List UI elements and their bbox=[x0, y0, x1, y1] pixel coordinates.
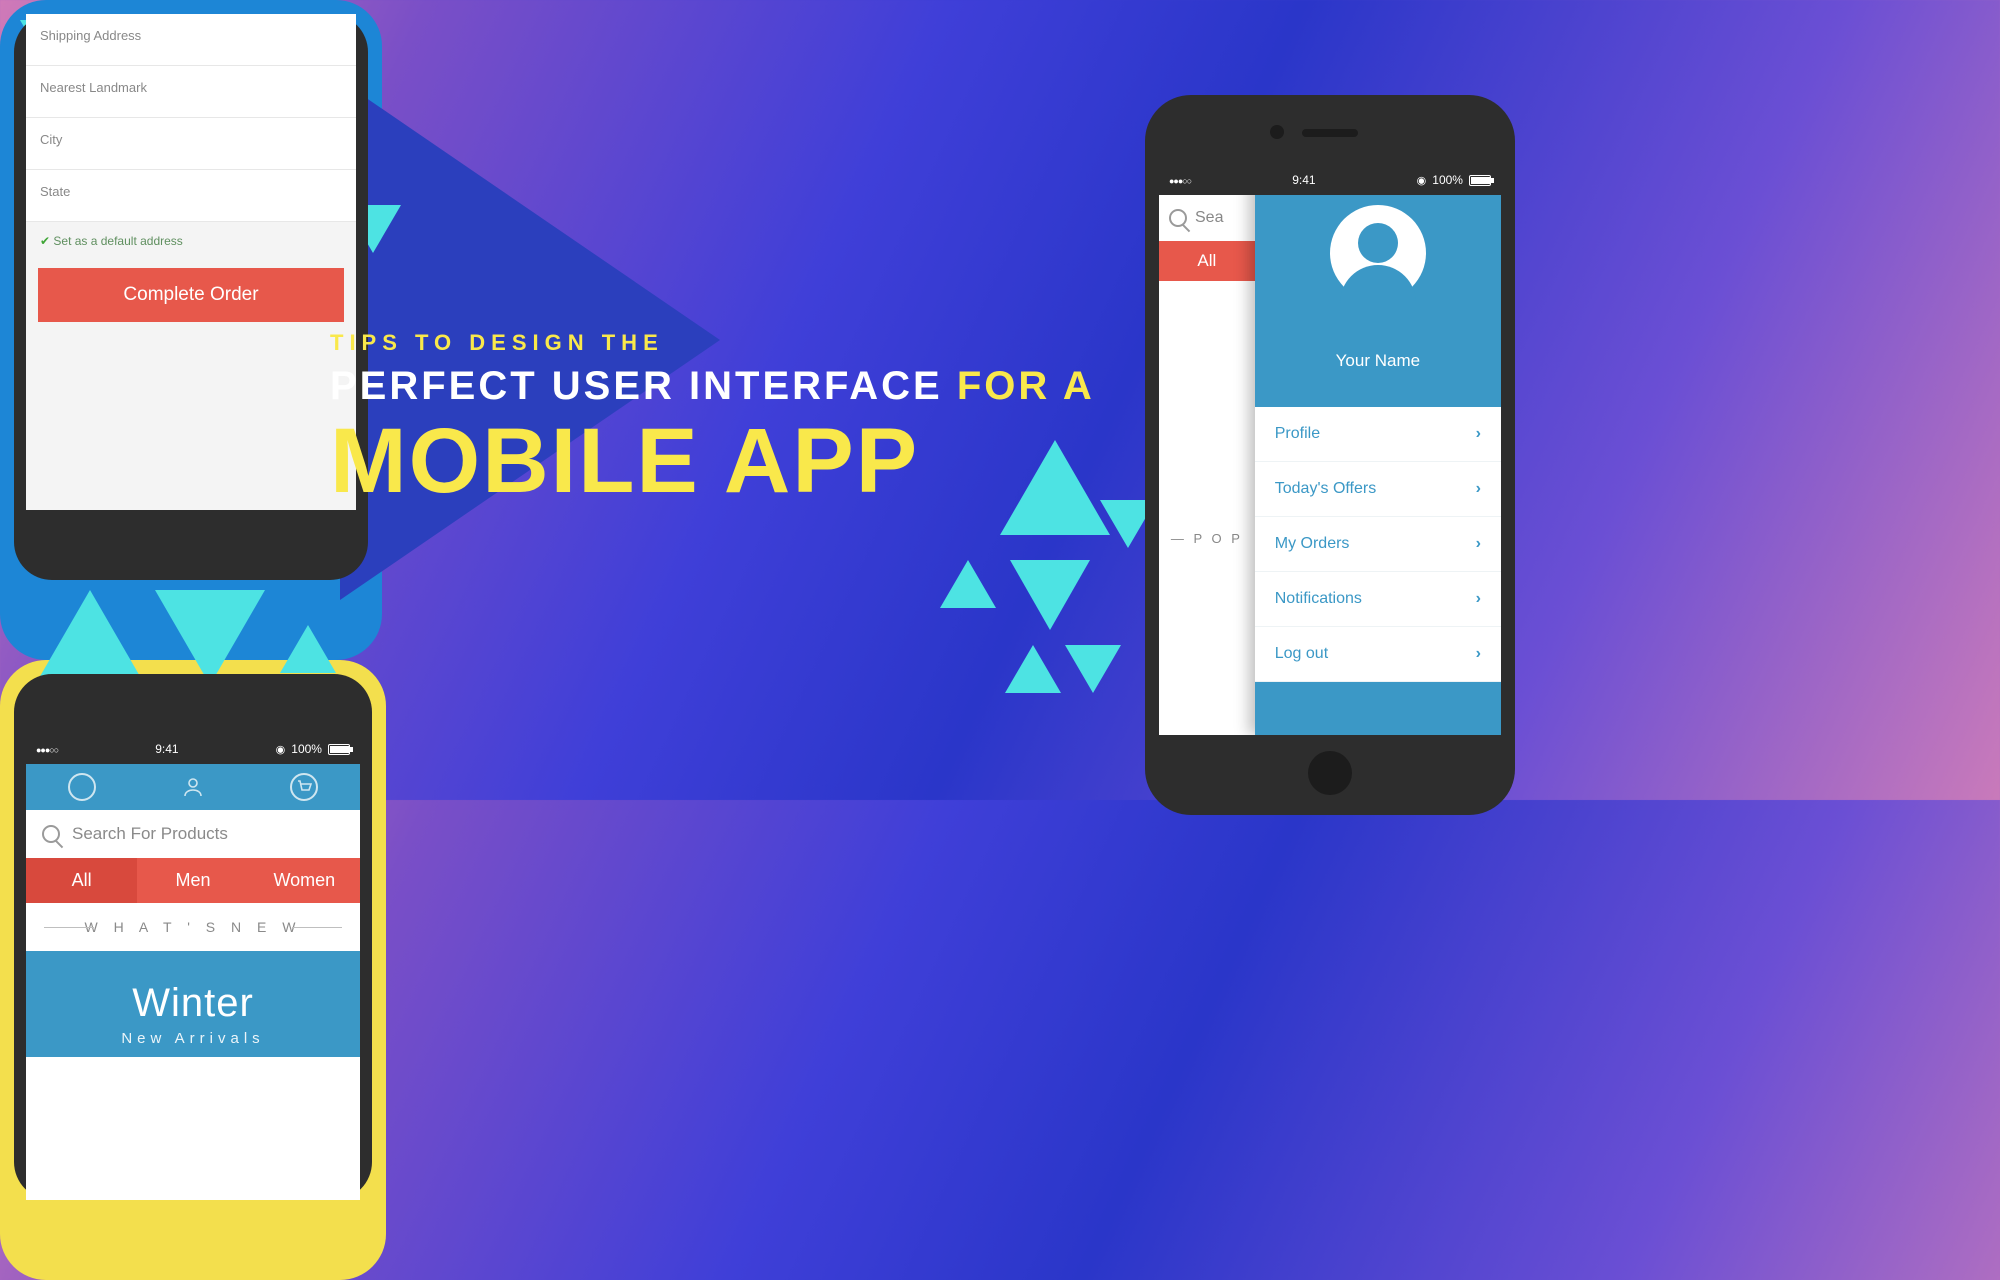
decor-triangle bbox=[1010, 560, 1090, 630]
complete-order-button[interactable]: Complete Order bbox=[38, 268, 344, 322]
menu-label: My Orders bbox=[1275, 535, 1350, 553]
field-landmark[interactable]: Nearest Landmark bbox=[26, 66, 356, 118]
search-row[interactable]: Search For Products bbox=[26, 810, 360, 858]
headline-line2-accent: FOR A bbox=[957, 364, 1095, 408]
mockup-phone-checkout: Shipping Address Nearest Landmark City S… bbox=[0, 0, 382, 660]
chevron-right-icon: › bbox=[1476, 535, 1481, 553]
decor-triangle bbox=[1005, 645, 1061, 693]
field-state[interactable]: State bbox=[26, 170, 356, 222]
phone-screen: 9:41 100% Search For Products All Men Wo… bbox=[26, 734, 360, 1200]
battery-pct: 100% bbox=[1432, 173, 1463, 187]
whats-new-label: W H A T ' S N E W bbox=[26, 903, 360, 951]
headline-line2-white: PERFECT USER INTERFACE bbox=[330, 364, 943, 408]
battery-pct: 100% bbox=[291, 742, 322, 756]
signal-dots-icon bbox=[36, 742, 58, 756]
wifi-icon bbox=[276, 742, 286, 756]
status-bar: 9:41 100% bbox=[1159, 165, 1501, 195]
search-icon bbox=[42, 825, 60, 843]
user-icon[interactable] bbox=[179, 773, 207, 801]
compass-icon[interactable] bbox=[68, 773, 96, 801]
menu-label: Profile bbox=[1275, 425, 1320, 443]
menu-item-notifications[interactable]: Notifications › bbox=[1255, 572, 1501, 627]
tab-women[interactable]: Women bbox=[249, 858, 360, 903]
menu-label: Today's Offers bbox=[1275, 480, 1376, 498]
checkbox-default-address[interactable]: Set as a default address bbox=[26, 222, 356, 260]
headline-block: TIPS TO DESIGN THE PERFECT USER INTERFAC… bbox=[330, 330, 1095, 514]
phone-camera bbox=[1270, 125, 1284, 139]
wifi-icon bbox=[1417, 173, 1427, 187]
menu-item-offers[interactable]: Today's Offers › bbox=[1255, 462, 1501, 517]
battery-icon bbox=[328, 744, 350, 755]
tab-all[interactable]: All bbox=[26, 858, 137, 903]
drawer-header: Your Name bbox=[1255, 165, 1501, 391]
decor-triangle bbox=[35, 590, 145, 685]
status-time: 9:41 bbox=[1292, 173, 1315, 187]
search-icon bbox=[1169, 209, 1187, 227]
decor-triangle bbox=[155, 590, 265, 685]
menu-item-orders[interactable]: My Orders › bbox=[1255, 517, 1501, 572]
app-topbar bbox=[26, 764, 360, 810]
decor-triangle bbox=[1065, 645, 1121, 693]
phone-speaker bbox=[1302, 129, 1358, 137]
menu-label: Log out bbox=[1275, 645, 1328, 663]
phone-screen: Shipping Address Nearest Landmark City S… bbox=[26, 14, 356, 510]
category-tabs: All Men Women bbox=[26, 858, 360, 903]
battery-icon bbox=[1469, 175, 1491, 186]
hero-banner[interactable]: Winter New Arrivals bbox=[26, 951, 360, 1057]
search-placeholder: Search For Products bbox=[72, 824, 228, 844]
mockup-phone-drawer: 9:41 100% Sea All — P O P Your Name Prof… bbox=[1145, 95, 1515, 815]
field-city[interactable]: City bbox=[26, 118, 356, 170]
chevron-right-icon: › bbox=[1476, 590, 1481, 608]
decor-triangle bbox=[280, 625, 336, 673]
drawer-username: Your Name bbox=[1255, 351, 1501, 371]
menu-item-profile[interactable]: Profile › bbox=[1255, 407, 1501, 462]
signal-dots-icon bbox=[1169, 173, 1191, 187]
tab-men[interactable]: Men bbox=[137, 858, 248, 903]
nav-drawer: Your Name Profile › Today's Offers › My Or… bbox=[1255, 165, 1501, 735]
search-row[interactable]: Sea bbox=[1159, 195, 1255, 241]
status-bar: 9:41 100% bbox=[26, 734, 360, 764]
cart-icon[interactable] bbox=[290, 773, 318, 801]
menu-item-logout[interactable]: Log out › bbox=[1255, 627, 1501, 682]
home-button[interactable] bbox=[1308, 751, 1352, 795]
chevron-right-icon: › bbox=[1476, 480, 1481, 498]
hero-subtitle: New Arrivals bbox=[26, 1030, 360, 1047]
headline-line3: MOBILE APP bbox=[330, 409, 1095, 514]
status-time: 9:41 bbox=[155, 742, 178, 756]
drawer-menu: Profile › Today's Offers › My Orders › Noti… bbox=[1255, 407, 1501, 682]
field-shipping-address[interactable]: Shipping Address bbox=[26, 14, 356, 66]
avatar-icon[interactable] bbox=[1330, 205, 1426, 301]
chevron-right-icon: › bbox=[1476, 425, 1481, 443]
popular-label: — P O P bbox=[1159, 531, 1255, 546]
mockup-phone-shop: 9:41 100% Search For Products All Men Wo… bbox=[0, 660, 386, 1280]
search-placeholder: Sea bbox=[1195, 209, 1223, 227]
headline-line2: PERFECT USER INTERFACE FOR A bbox=[330, 364, 1095, 409]
chevron-right-icon: › bbox=[1476, 645, 1481, 663]
decor-triangle bbox=[940, 560, 996, 608]
menu-label: Notifications bbox=[1275, 590, 1362, 608]
headline-kicker: TIPS TO DESIGN THE bbox=[330, 330, 1095, 356]
hero-title: Winter bbox=[26, 981, 360, 1026]
background-list: 9:41 100% Sea All — P O P bbox=[1159, 165, 1255, 735]
tab-all[interactable]: All bbox=[1159, 241, 1255, 281]
phone-screen: 9:41 100% Sea All — P O P Your Name Prof… bbox=[1159, 165, 1501, 735]
